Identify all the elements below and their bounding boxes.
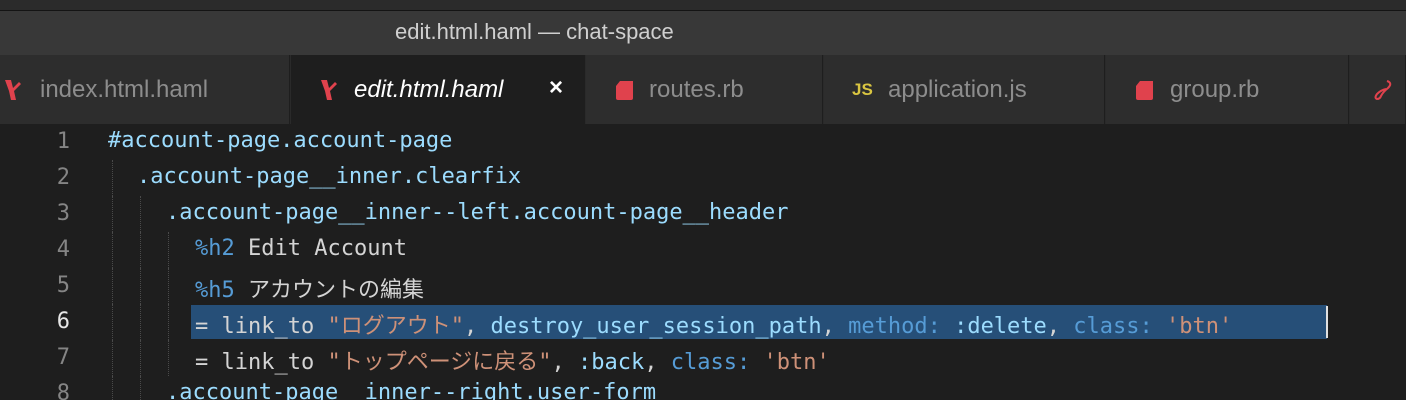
string-literal: 'btn' bbox=[763, 350, 830, 375]
window-title: edit.html.haml — chat-space bbox=[395, 19, 674, 44]
indent-guide bbox=[112, 340, 113, 376]
code-line: 5 %h5 アカウントの編集 bbox=[0, 268, 1406, 304]
method-name: link_to bbox=[208, 314, 328, 339]
code-line: 1 #account-page.account-page bbox=[0, 124, 1406, 160]
indent-guide bbox=[140, 376, 141, 400]
tag-content: アカウントの編集 bbox=[234, 278, 424, 303]
code-editor[interactable]: 1 #account-page.account-page 2 .account-… bbox=[0, 124, 1406, 400]
code-line: 7 = link_to "トップページに戻る", :back, class: '… bbox=[0, 340, 1406, 376]
code-text: #account-page.account-page bbox=[108, 128, 453, 153]
hash-key: method: bbox=[848, 314, 941, 339]
code-line: 4 %h2 Edit Account bbox=[0, 232, 1406, 268]
hash-key: class: bbox=[1073, 314, 1153, 339]
indent-guide bbox=[168, 232, 169, 268]
line-number: 8 bbox=[56, 381, 70, 400]
tab-label: routes.rb bbox=[649, 76, 744, 103]
punctuation: , bbox=[821, 314, 849, 339]
code-text: = link_to "ログアウト", destroy_user_session_… bbox=[195, 308, 1232, 340]
string-literal: "トップページに戻る" bbox=[327, 350, 552, 375]
tab-overflow[interactable] bbox=[1350, 55, 1406, 124]
code-text: %h2 Edit Account bbox=[195, 236, 407, 261]
symbol: :delete bbox=[940, 314, 1047, 339]
haml-icon bbox=[321, 80, 337, 100]
js-icon: JS bbox=[852, 80, 873, 99]
code-text: .account-page__inner--left.account-page_… bbox=[166, 200, 789, 225]
code-line: 2 .account-page__inner.clearfix bbox=[0, 160, 1406, 196]
code-text: = link_to "トップページに戻る", :back, class: 'bt… bbox=[195, 344, 830, 376]
tab-label: index.html.haml bbox=[40, 76, 209, 103]
code-text: %h5 アカウントの編集 bbox=[195, 272, 424, 304]
tab-group-rb[interactable]: group.rb bbox=[1106, 55, 1349, 124]
hash-key: class: bbox=[670, 350, 751, 375]
haml-equals: = bbox=[195, 314, 209, 339]
punctuation: , bbox=[551, 350, 579, 375]
line-number: 3 bbox=[56, 201, 70, 226]
tab-label: edit.html.haml bbox=[354, 76, 504, 103]
indent-guide bbox=[168, 340, 169, 376]
ruby-icon bbox=[616, 81, 633, 100]
code-line-selected: 6 = link_to "ログアウト", destroy_user_sessio… bbox=[0, 304, 1406, 340]
string-literal: 'btn' bbox=[1166, 314, 1233, 339]
indent-guide bbox=[140, 304, 141, 340]
line-number: 6 bbox=[56, 309, 70, 334]
editor-window: edit.html.haml — chat-space index.html.h… bbox=[0, 0, 1406, 400]
punctuation: , bbox=[463, 314, 491, 339]
text-cursor bbox=[1326, 306, 1328, 338]
top-strip bbox=[0, 0, 1406, 11]
line-number: 1 bbox=[56, 129, 70, 154]
tab-index-html-haml[interactable]: index.html.haml bbox=[0, 55, 290, 124]
code-line: 8 .account-page__inner--right.user-form bbox=[0, 376, 1406, 400]
identifier: destroy_user_session_path bbox=[490, 314, 822, 339]
indent-guide bbox=[140, 232, 141, 268]
sass-icon bbox=[1374, 80, 1392, 101]
string-literal: "ログアウト" bbox=[327, 314, 464, 339]
haml-tag: %h2 bbox=[195, 236, 235, 261]
ruby-icon bbox=[1136, 81, 1153, 100]
indent-guide bbox=[140, 268, 141, 304]
indent-guide bbox=[112, 304, 113, 340]
close-icon[interactable]: × bbox=[549, 74, 563, 102]
indent-guide bbox=[168, 304, 169, 340]
title-bar: edit.html.haml — chat-space bbox=[0, 11, 1406, 55]
tab-edit-html-haml[interactable]: edit.html.haml × bbox=[291, 55, 585, 124]
indent-guide bbox=[112, 268, 113, 304]
tab-routes-rb[interactable]: routes.rb bbox=[586, 55, 823, 124]
tag-content: Edit Account bbox=[234, 236, 407, 261]
indent-guide bbox=[140, 196, 141, 232]
punctuation: , bbox=[1046, 314, 1074, 339]
method-name: link_to bbox=[208, 350, 328, 375]
haml-equals: = bbox=[195, 350, 209, 375]
indent-guide bbox=[168, 268, 169, 304]
code-text: .account-page__inner.clearfix bbox=[137, 164, 522, 189]
symbol: :back bbox=[578, 350, 645, 375]
haml-icon bbox=[5, 80, 21, 100]
tab-label: application.js bbox=[888, 76, 1027, 103]
indent-guide bbox=[112, 232, 113, 268]
code-text: .account-page__inner--right.user-form bbox=[166, 380, 657, 400]
tab-label: group.rb bbox=[1170, 76, 1260, 103]
indent-guide bbox=[112, 160, 113, 196]
line-number: 7 bbox=[56, 345, 70, 370]
punctuation: , bbox=[644, 350, 671, 375]
line-number: 5 bbox=[56, 273, 70, 298]
code-line: 3 .account-page__inner--left.account-pag… bbox=[0, 196, 1406, 232]
haml-tag: %h5 bbox=[195, 278, 235, 303]
indent-guide bbox=[112, 196, 113, 232]
indent-guide bbox=[112, 376, 113, 400]
indent-guide bbox=[140, 340, 141, 376]
line-number: 2 bbox=[56, 165, 70, 190]
tab-bar: index.html.haml edit.html.haml × routes.… bbox=[0, 55, 1406, 125]
line-number: 4 bbox=[56, 237, 70, 262]
tab-application-js[interactable]: JS application.js bbox=[824, 55, 1105, 124]
